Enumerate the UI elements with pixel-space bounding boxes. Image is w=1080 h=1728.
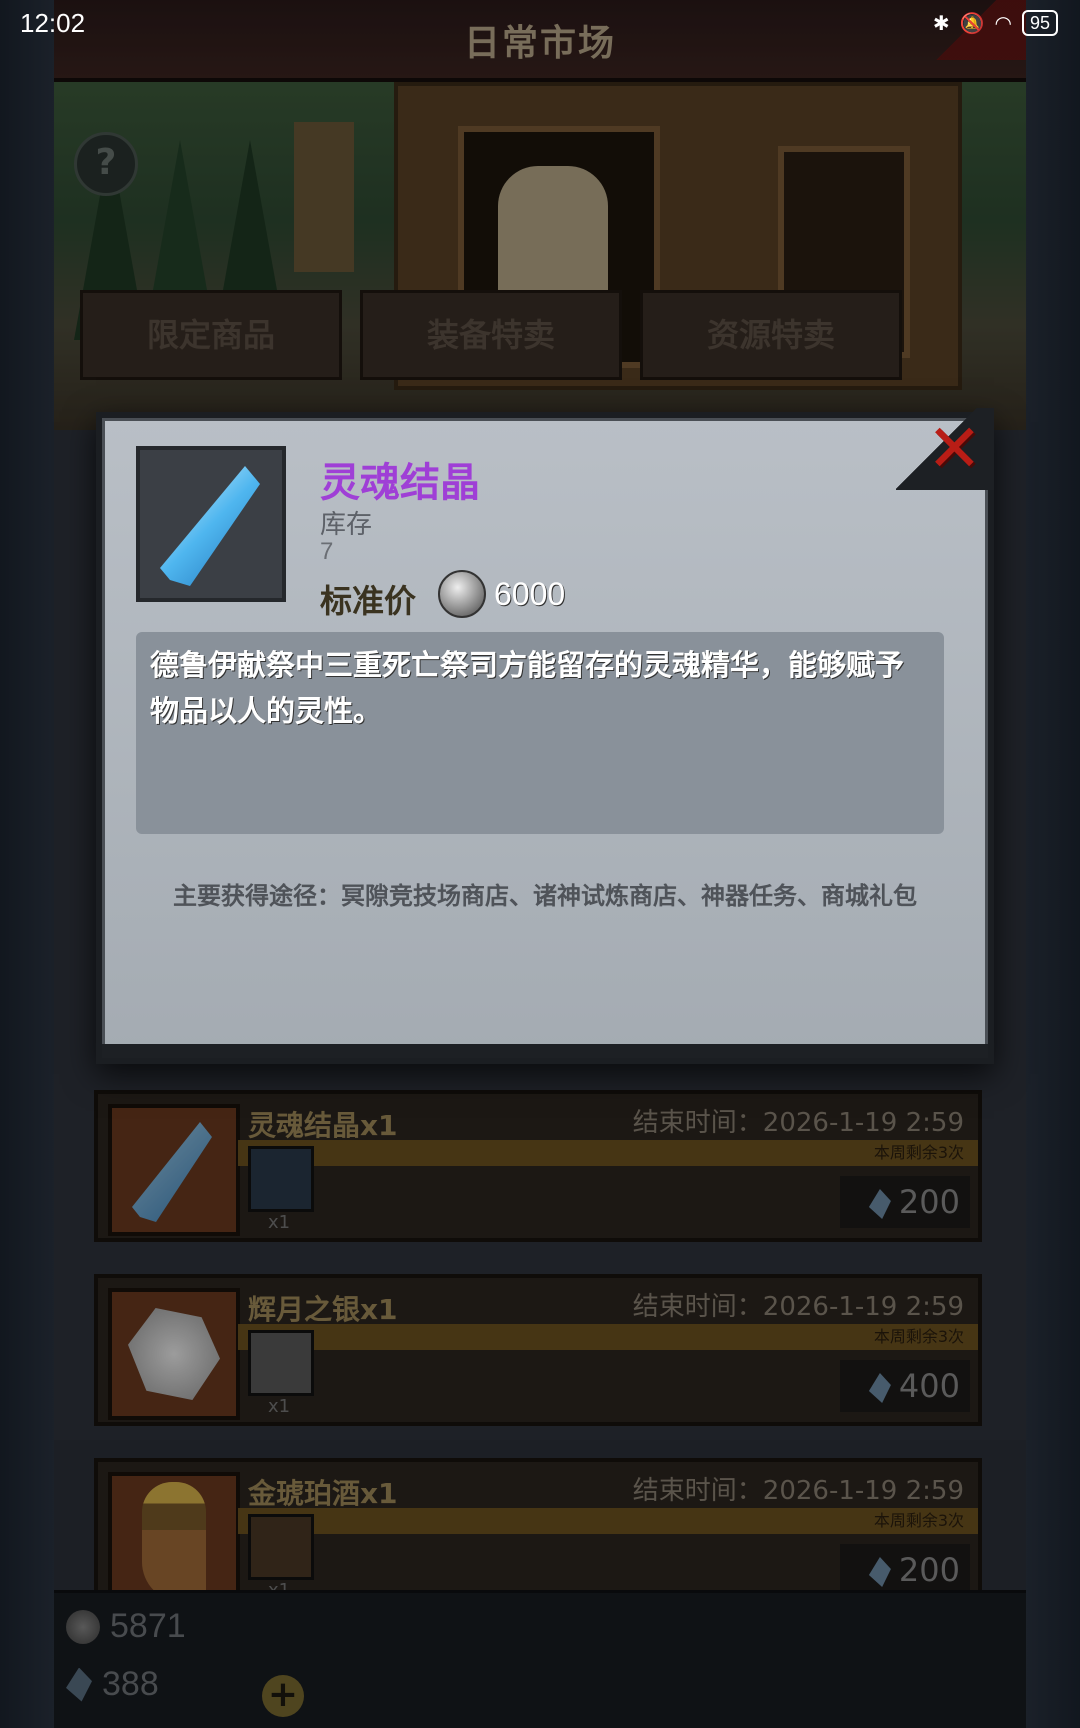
status-bar: 12:02 ✱ 🔕 ◠ 95 bbox=[0, 0, 1080, 48]
item-frame bbox=[136, 446, 286, 602]
battery-icon: 95 bbox=[1021, 10, 1058, 36]
clock: 12:02 bbox=[20, 8, 86, 38]
item-detail-modal: ✕ 灵魂结晶 库存 7 标准价 6000 德鲁伊献祭中三重死亡祭司方能留存的灵魂… bbox=[96, 408, 994, 1064]
price-label: 标准价 bbox=[320, 582, 417, 620]
bluetooth-icon: ✱ bbox=[932, 11, 950, 35]
close-button[interactable]: ✕ bbox=[896, 408, 994, 490]
item-description: 德鲁伊献祭中三重死亡祭司方能留存的灵魂精华，能够赋予物品以人的灵性。 bbox=[150, 648, 905, 728]
close-icon: ✕ bbox=[926, 410, 982, 487]
price-value: 6000 bbox=[494, 576, 566, 612]
item-title: 灵魂结晶 bbox=[320, 460, 480, 506]
soul-crystal-icon bbox=[160, 466, 260, 586]
stock-value: 7 bbox=[320, 538, 334, 565]
silver-coin-icon bbox=[438, 570, 486, 618]
mute-icon: 🔕 bbox=[959, 11, 985, 35]
wifi-icon: ◠ bbox=[994, 11, 1012, 35]
obtain-methods: 主要获得途径：冥隙竞技场商店、诸神试炼商店、神器任务、商城礼包 bbox=[173, 882, 917, 910]
stock-label: 库存 bbox=[320, 510, 373, 540]
status-icons: ✱ 🔕 ◠ 95 bbox=[933, 10, 1058, 36]
description-box: 德鲁伊献祭中三重死亡祭司方能留存的灵魂精华，能够赋予物品以人的灵性。 bbox=[136, 632, 944, 834]
